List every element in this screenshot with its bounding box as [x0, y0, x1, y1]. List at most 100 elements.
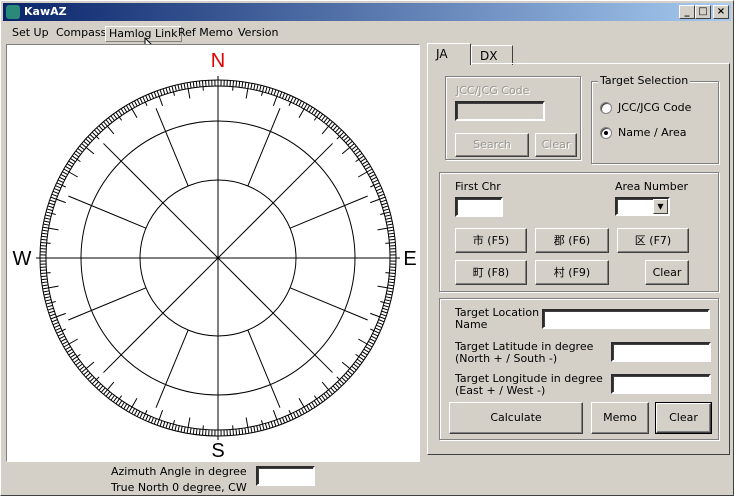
name-clear-button[interactable]: Clear [645, 260, 689, 285]
compass-tick [264, 423, 268, 430]
radio-jcc-jcg[interactable] [600, 102, 612, 114]
compass-rose: N S W E [13, 50, 417, 462]
compass-spoke [247, 329, 281, 408]
menu-compass[interactable]: Compass [53, 26, 109, 42]
longitude-input[interactable] [611, 374, 711, 394]
compass-tick [75, 150, 81, 155]
compass-tick [245, 417, 250, 434]
compass-tick [41, 232, 48, 235]
title-bar[interactable]: KawAZ _ □ × [3, 3, 731, 21]
menu-ref-memo[interactable]: Ref Memo [175, 26, 236, 42]
compass-tick [360, 158, 366, 163]
compass-spoke [155, 108, 189, 187]
compass-tick [89, 133, 95, 139]
compass-tick [79, 365, 85, 371]
window-title: KawAZ [24, 5, 67, 18]
menu-version[interactable]: Version [235, 26, 281, 42]
compass-tick [100, 387, 106, 393]
compass-tick [371, 335, 377, 340]
compass-tick [308, 403, 313, 410]
compass-tick [62, 171, 68, 176]
south-label: S [211, 440, 224, 461]
app-icon [6, 5, 20, 19]
compass-tick [65, 165, 71, 170]
calculate-button[interactable]: Calculate [449, 402, 583, 434]
compass-tick [85, 372, 91, 378]
compass-tick [358, 168, 373, 178]
code-input[interactable] [455, 101, 545, 121]
compass-tick [165, 87, 169, 94]
city-f5-button[interactable]: 市 (F5) [455, 228, 527, 253]
compass-tick [238, 428, 241, 435]
compass-tick [298, 409, 303, 416]
area-number-select[interactable]: ▼ [615, 197, 670, 216]
town-f8-button[interactable]: 町 (F8) [455, 260, 527, 285]
ja-panel: JCC/JCG Code Search Clear Target Selecti… [427, 63, 730, 455]
compass-tick [381, 310, 388, 314]
tab-ja[interactable]: JA [427, 43, 471, 65]
ward-f7-button[interactable]: 区 (F7) [617, 228, 689, 253]
compass-tick [388, 232, 395, 235]
compass-tick [110, 395, 115, 401]
compass-tick [43, 220, 50, 223]
search-button[interactable]: Search [455, 133, 529, 157]
compass-tick [385, 296, 392, 299]
location-group: Target Location Name Target Latitude in … [439, 298, 719, 440]
compass-tick [256, 84, 259, 91]
compass-tick [374, 327, 381, 331]
village-f9-button[interactable]: 村 (F9) [535, 260, 609, 285]
code-clear-button[interactable]: Clear [535, 133, 577, 157]
first-chr-label: First Chr [455, 180, 501, 193]
compass-spokes [36, 76, 400, 440]
radio-name-area[interactable] [600, 127, 612, 139]
azimuth-label-1: Azimuth Angle in degree [111, 465, 247, 478]
compass-tick [385, 217, 392, 220]
compass-tick [371, 176, 377, 181]
compass-tick [383, 304, 390, 308]
compass-tick [45, 211, 56, 216]
menu-setup[interactable]: Set Up [9, 26, 52, 42]
compass-tick [355, 150, 361, 155]
tab-dx[interactable]: DX [471, 45, 513, 65]
location-clear-button[interactable]: Clear [655, 402, 712, 434]
compass-tick [295, 411, 300, 417]
radio-name-area-label[interactable]: Name / Area [618, 127, 686, 139]
compass-tick [353, 148, 359, 153]
compass-tick [49, 199, 56, 203]
compass-tick [341, 133, 347, 139]
compass-tick [361, 160, 368, 165]
county-f6-button[interactable]: 郡 (F6) [535, 228, 609, 253]
compass-tick [345, 138, 351, 144]
compass-tick [153, 418, 157, 425]
compass-tick [365, 346, 371, 351]
compass-tick [386, 223, 393, 226]
compass-spoke [289, 195, 368, 229]
compass-spoke [103, 257, 219, 373]
compass-tick [244, 82, 247, 89]
azimuth-label-2: True North 0 degree, CW [111, 481, 247, 494]
memo-button[interactable]: Memo [591, 402, 649, 434]
compass-tick [253, 83, 256, 90]
compass-tick [66, 163, 73, 168]
minimize-button[interactable]: _ [679, 5, 695, 19]
compass-tick [198, 80, 201, 87]
compass-tick [63, 168, 78, 178]
compass-tick [318, 396, 324, 403]
compass-tick [382, 205, 389, 209]
compass-tick [77, 148, 83, 153]
compass-tick [374, 185, 381, 189]
compass-tick [171, 85, 176, 96]
azimuth-input[interactable] [256, 466, 315, 486]
compass-tick [368, 171, 374, 176]
compass-tick [311, 401, 316, 408]
radio-jcc-jcg-label[interactable]: JCC/JCG Code [618, 102, 691, 114]
compass-tick [162, 421, 166, 428]
chevron-down-icon[interactable]: ▼ [653, 199, 668, 214]
maximize-button[interactable]: □ [695, 5, 711, 19]
latitude-input[interactable] [611, 342, 711, 362]
location-name-input[interactable] [542, 309, 710, 329]
compass-tick [128, 103, 138, 118]
compass-tick [306, 105, 311, 111]
first-chr-input[interactable] [455, 197, 503, 217]
close-button[interactable]: × [713, 5, 729, 19]
